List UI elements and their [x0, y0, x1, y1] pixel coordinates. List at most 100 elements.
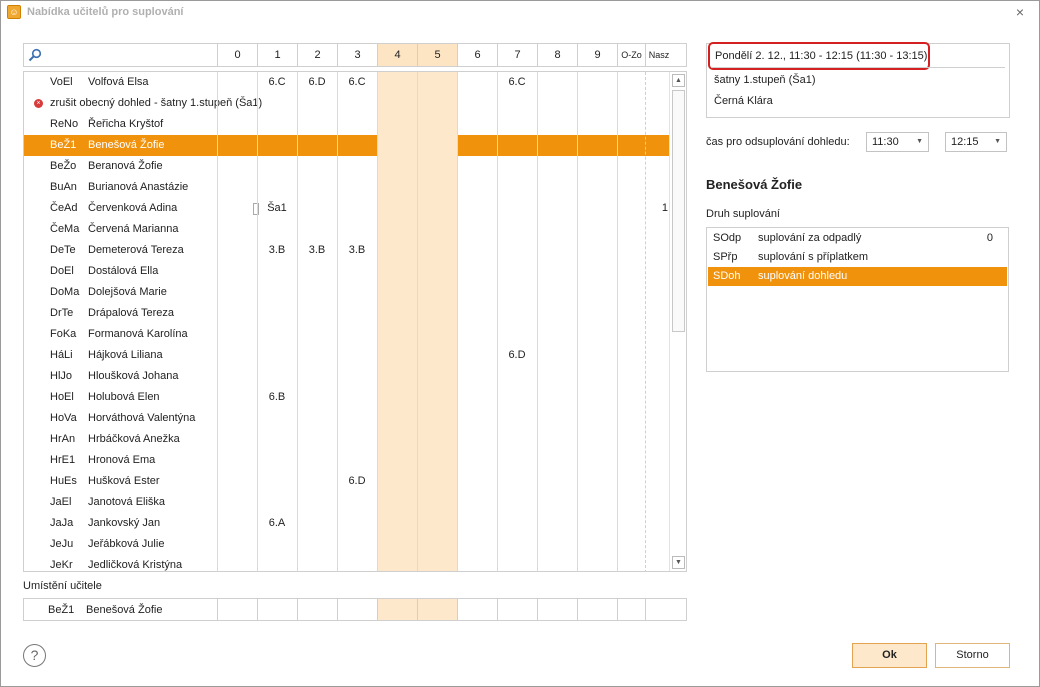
table-row[interactable]: DoMa Dolejšová Marie — [24, 282, 670, 303]
teacher-abbr: FoKa — [50, 328, 77, 340]
table-row[interactable]: DoEl Dostálová Ella — [24, 261, 670, 282]
column-header-4: 4 — [377, 44, 417, 66]
teacher-abbr: DoMa — [50, 286, 80, 298]
teacher-name: Burianová Anastázie — [88, 181, 189, 193]
teacher-abbr: JeKr — [50, 559, 73, 571]
teacher-name: Dolejšová Marie — [88, 286, 167, 298]
placement-cell — [377, 599, 417, 620]
teacher-name: Demeterová Tereza — [88, 244, 184, 256]
cancel-icon: × — [34, 99, 43, 108]
substitution-code: SPřp — [713, 251, 738, 263]
search-icon[interactable] — [28, 48, 42, 62]
close-icon[interactable]: × — [1013, 5, 1027, 19]
column-header-5: 5 — [417, 44, 457, 66]
teacher-name: Hušková Ester — [88, 475, 160, 487]
teacher-grid: VoElVolfová Elsa6.C6.D6.C5.A6.C6.C×zruši… — [23, 71, 687, 572]
substitution-desc: suplování dohledu — [758, 270, 848, 282]
scroll-down-icon[interactable]: ▼ — [672, 556, 685, 569]
lesson-cell: 6.B — [268, 391, 286, 403]
column-header-9: 9 — [577, 44, 617, 66]
selected-teacher-title: Benešová Žofie — [706, 177, 803, 192]
substitution-type-item[interactable]: SPřp suplování s příplatkem — [708, 248, 1007, 267]
column-header-8: 8 — [537, 44, 577, 66]
table-row[interactable]: BeŽ1 Benešová Žofie — [24, 135, 670, 156]
lesson-cell: 6.D — [348, 475, 366, 487]
teacher-abbr: HoEl — [50, 391, 74, 403]
time-from-select[interactable]: 11:30 ▼ — [866, 132, 929, 152]
table-row[interactable]: HáLi Hájková Liliana 6.D — [24, 345, 670, 366]
teacher-name: Červená Marianna — [88, 223, 179, 235]
column-divider — [577, 72, 578, 571]
column-divider — [617, 72, 618, 571]
title-bar: ☺ Nabídka učitelů pro suplování × — [1, 1, 1039, 25]
cancel-supervision-row[interactable]: × zrušit obecný dohled - šatny 1.stupeň (… — [24, 93, 670, 114]
column-divider — [217, 72, 218, 571]
table-row[interactable]: BeŽo Beranová Žofie — [24, 156, 670, 177]
table-row[interactable]: DeTe Demeterová Tereza 3.B 3.B 3.B — [24, 240, 670, 261]
cancel-button[interactable]: Storno — [935, 643, 1010, 668]
teacher-name: Benešová Žofie — [88, 139, 165, 151]
teacher-abbr: ČeMa — [50, 223, 80, 235]
table-row[interactable]: DrTe Drápalová Tereza — [24, 303, 670, 324]
substitution-type-item[interactable]: SOdp suplování za odpadlý 0 — [708, 229, 1007, 248]
placement-cell — [337, 599, 377, 620]
lesson-cell: 6.C — [348, 76, 366, 88]
column-header-0: 0 — [217, 44, 257, 66]
lesson-cell: 6.C — [268, 76, 286, 88]
teacher-abbr: BuAn — [50, 181, 77, 193]
table-row[interactable]: HlJo Hloušková Johana — [24, 366, 670, 387]
substitution-desc: suplování s příplatkem — [758, 251, 869, 263]
teacher-abbr: DrTe — [50, 307, 74, 319]
cancel-label: zrušit obecný dohled - šatny 1.stupeň (Š… — [50, 97, 263, 109]
teacher-abbr: ČeAd — [50, 202, 78, 214]
grid-header: 0 1 2 3 4 5 6 7 8 9 O-Zo Nasz — [23, 43, 687, 67]
teacher-abbr: JaEl — [50, 496, 72, 508]
teacher-name: Hrbáčková Anežka — [88, 433, 180, 445]
teacher-name: Horváthová Valentýna — [88, 412, 196, 424]
teacher-name: Hloušková Johana — [88, 370, 179, 382]
placement-cell — [537, 599, 577, 620]
table-row[interactable]: HrAn Hrbáčková Anežka — [24, 429, 670, 450]
table-row[interactable]: VoElVolfová Elsa6.C6.D6.C5.A6.C6.C — [24, 72, 670, 93]
teacher-name: Drápalová Tereza — [88, 307, 175, 319]
table-row[interactable]: HoVa Horváthová Valentýna — [24, 408, 670, 429]
table-row[interactable]: JeKr Jedličková Kristýna — [24, 555, 670, 571]
ok-button[interactable]: Ok — [852, 643, 927, 668]
table-row[interactable]: ČeMa Červená Marianna — [24, 219, 670, 240]
teacher-name: Beranová Žofie — [88, 160, 163, 172]
table-row[interactable]: ReNo Řeřicha Kryštof — [24, 114, 670, 135]
substitution-code: SDoh — [713, 270, 741, 282]
teacher-abbr: JeJu — [50, 538, 74, 550]
help-icon[interactable]: ? — [23, 644, 46, 667]
placement-cell — [645, 599, 672, 620]
teacher-name: Jankovský Jan — [88, 517, 161, 529]
scroll-up-icon[interactable]: ▲ — [672, 74, 685, 87]
teacher-name: Dostálová Ella — [88, 265, 159, 277]
placement-cell — [417, 599, 457, 620]
teacher-name: Volfová Elsa — [88, 76, 149, 88]
table-row[interactable]: JeJu Jeřábková Julie — [24, 534, 670, 555]
teacher-name: Hronová Ema — [88, 454, 156, 466]
lesson-cell: 6.C — [508, 76, 526, 88]
table-row[interactable]: JaJa Jankovský Jan 6.A — [24, 513, 670, 534]
table-row[interactable]: HrE1 Hronová Ema — [24, 450, 670, 471]
placement-cell — [617, 599, 645, 620]
column-header-11: Nasz — [645, 44, 672, 66]
vertical-scrollbar[interactable]: ▲ ▼ — [669, 72, 686, 571]
table-row[interactable]: FoKa Formanová Karolína — [24, 324, 670, 345]
column-header-6: 6 — [457, 44, 497, 66]
table-row[interactable]: BuAn Burianová Anastázie — [24, 177, 670, 198]
scroll-thumb[interactable] — [672, 90, 685, 332]
table-row[interactable]: JaEl Janotová Eliška — [24, 492, 670, 513]
teacher-name: Řeřicha Kryštof — [88, 118, 164, 130]
teacher-abbr: ReNo — [50, 118, 79, 130]
table-row[interactable]: ČeAd Červenková Adina Ša1 1 — [24, 198, 670, 219]
column-divider — [645, 72, 646, 571]
time-to-select[interactable]: 12:15 ▼ — [945, 132, 1007, 152]
teacher-abbr: HoVa — [50, 412, 77, 424]
table-row[interactable]: HoEl Holubová Elen 6.B — [24, 387, 670, 408]
substitution-type-item[interactable]: SDoh suplování dohledu — [708, 267, 1007, 286]
time-to-value: 12:15 — [951, 136, 979, 148]
column-header-1: 1 — [257, 44, 297, 66]
table-row[interactable]: HuEs Hušková Ester 6.D — [24, 471, 670, 492]
